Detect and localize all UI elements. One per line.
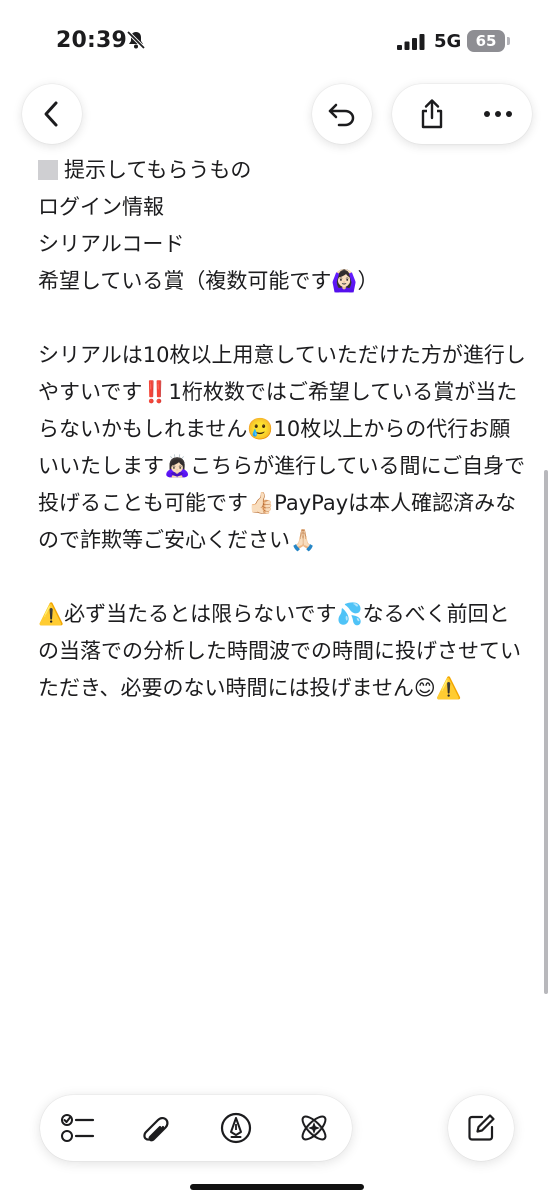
sparkle-atom-icon — [301, 1115, 327, 1141]
note-paragraph: シリアルは10枚以上用意していただけた方が進行しやすいです‼️1桁枚数ではご希望… — [38, 343, 526, 552]
note-paragraph: ⚠️必ず当たるとは限らないです💦なるべく前回との当落での分析した時間波での時間に… — [38, 602, 521, 700]
attachment-button[interactable] — [126, 1095, 186, 1161]
bell-slash-icon — [126, 30, 146, 50]
back-button[interactable] — [22, 84, 82, 144]
paperclip-icon — [143, 1116, 169, 1142]
undo-button[interactable] — [312, 84, 372, 144]
compose-icon — [468, 1114, 495, 1141]
note-line: 提示してもらうもの — [38, 152, 526, 189]
signal-icon — [397, 34, 425, 50]
markup-button[interactable] — [206, 1095, 266, 1161]
note-line: シリアルコード — [38, 232, 185, 256]
ai-tools-button[interactable] — [284, 1095, 344, 1161]
action-pill — [392, 84, 532, 144]
note-line: 希望している賞（複数可能です🙆🏻‍♀️） — [38, 269, 379, 293]
note-line: ログイン情報 — [38, 195, 164, 219]
undo-icon — [328, 103, 355, 127]
status-time: 20:39 — [56, 28, 128, 53]
ellipsis-icon — [484, 111, 512, 117]
scrollbar[interactable] — [544, 470, 548, 994]
pen-circle-icon — [220, 1112, 252, 1144]
chevron-left-icon — [44, 101, 58, 127]
home-indicator[interactable] — [190, 1184, 364, 1190]
battery-icon: 65 — [467, 30, 505, 52]
bottom-toolbar — [40, 1095, 352, 1161]
checklist-icon — [61, 1114, 95, 1142]
network-type: 5G — [434, 31, 462, 52]
compose-button[interactable] — [448, 1095, 514, 1161]
battery-tip — [507, 37, 510, 45]
share-button[interactable] — [402, 84, 462, 144]
checklist-button[interactable] — [48, 1095, 108, 1161]
status-bar: 20:39 5G 65 — [0, 0, 554, 84]
square-bullet-icon — [38, 160, 58, 180]
more-button[interactable] — [468, 84, 528, 144]
note-body[interactable]: 提示してもらうもの ログイン情報 シリアルコード 希望している賞（複数可能です🙆… — [38, 152, 526, 707]
share-icon — [421, 99, 443, 129]
